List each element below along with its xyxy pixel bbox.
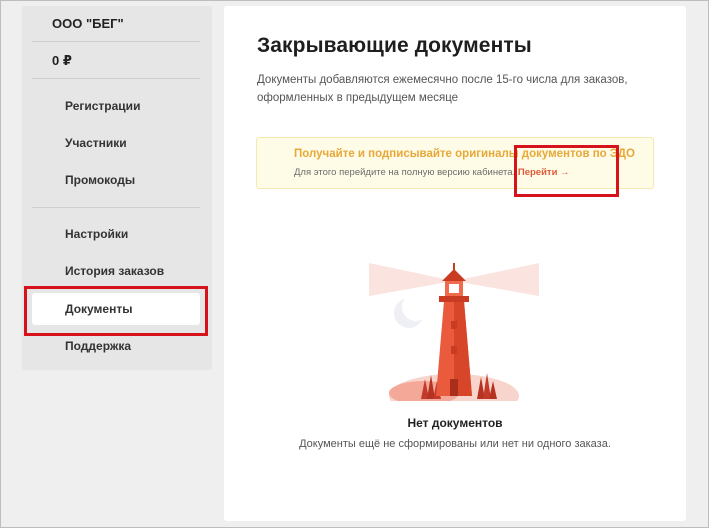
sidebar: ООО "БЕГ" 0 ₽ Регистрации Участники Пром… — [22, 6, 212, 370]
company-name: ООО "БЕГ" — [52, 16, 124, 31]
sidebar-item-settings[interactable]: Настройки — [32, 218, 200, 250]
sidebar-item-order-history[interactable]: История заказов — [32, 255, 200, 287]
notice-title: Получайте и подписывайте оригиналы докум… — [294, 148, 635, 160]
sidebar-item-promocodes[interactable]: Промокоды — [32, 164, 200, 196]
goto-full-version-link[interactable]: Перейти → — [518, 167, 570, 178]
sidebar-item-documents[interactable]: Документы — [32, 293, 200, 325]
lighthouse-icon — [369, 263, 539, 401]
page-title: Закрывающие документы — [257, 34, 532, 57]
sidebar-item-participants[interactable]: Участники — [32, 127, 200, 159]
notice-text-body: Для этого перейдите на полную версию каб… — [294, 167, 516, 178]
edo-notice: Получайте и подписывайте оригиналы докум… — [256, 137, 654, 189]
empty-state-title: Нет документов — [407, 416, 503, 430]
main-panel: Закрывающие документы Документы добавляю… — [224, 6, 686, 521]
page-description: Документы добавляются ежемесячно после 1… — [257, 74, 628, 104]
sidebar-item-registrations[interactable]: Регистрации — [32, 90, 200, 122]
sidebar-divider — [32, 41, 200, 42]
empty-state-description: Документы ещё не сформированы или нет ни… — [299, 438, 611, 450]
sidebar-item-support[interactable]: Поддержка — [32, 330, 200, 362]
balance: 0 ₽ — [52, 53, 72, 68]
sidebar-divider — [32, 207, 200, 208]
notice-text: Для этого перейдите на полную версию каб… — [294, 167, 570, 178]
sidebar-divider — [32, 78, 200, 79]
